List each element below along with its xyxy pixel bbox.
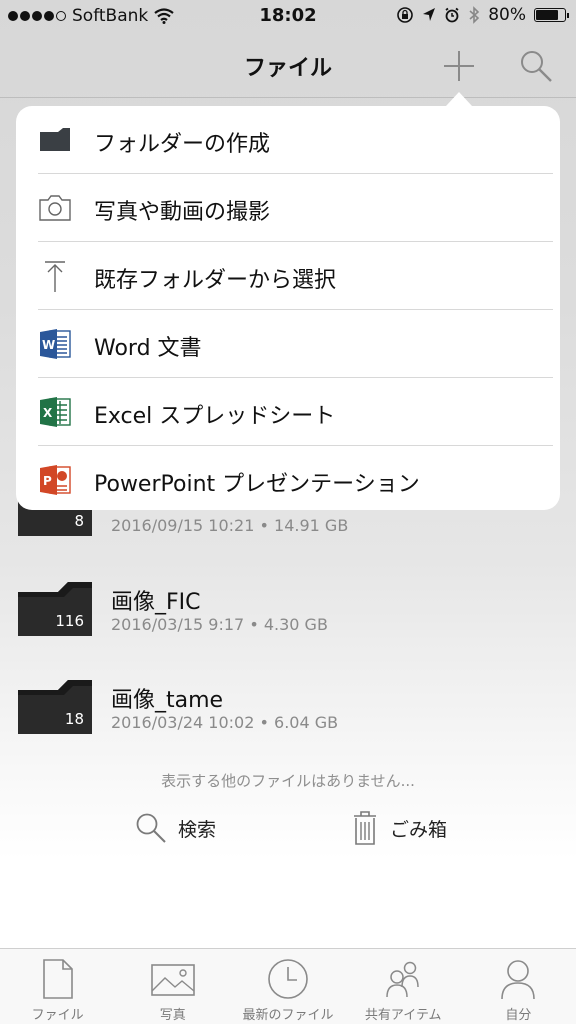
tab-label: 最新のファイル xyxy=(242,1008,334,1023)
excel-icon: X xyxy=(40,397,71,427)
menu-item-label: 写真や動画の撮影 xyxy=(94,200,271,225)
menu-item-label: Excel スプレッドシート xyxy=(94,404,336,429)
tab-me[interactable]: 自分 xyxy=(461,949,576,1024)
popover-arrow xyxy=(446,92,472,106)
file-name: 画像_FIC xyxy=(111,590,201,615)
folder-item-count: 18 xyxy=(64,710,84,728)
svg-text:W: W xyxy=(42,338,55,352)
clock-icon xyxy=(268,959,308,999)
file-row[interactable]: 116 画像_FIC 2016/03/15 9:17 • 4.30 GB xyxy=(0,580,576,660)
tab-recent[interactable]: 最新のファイル xyxy=(230,949,345,1024)
people-icon xyxy=(386,961,419,998)
menu-item-take-photo[interactable]: 写真や動画の撮影 xyxy=(16,174,560,242)
search-icon xyxy=(521,51,552,82)
battery-fill xyxy=(536,10,559,20)
powerpoint-icon: P xyxy=(40,465,71,495)
upload-arrow-icon xyxy=(45,261,65,292)
battery-icon xyxy=(534,8,569,22)
add-button[interactable] xyxy=(440,48,478,84)
word-icon: W xyxy=(40,329,71,359)
menu-item-label: 既存フォルダーから選択 xyxy=(94,268,337,293)
page-title: ファイル xyxy=(243,56,332,81)
trash-action-button[interactable]: ごみ箱 xyxy=(350,806,447,850)
folder-item-count: 116 xyxy=(55,612,84,630)
tab-photos[interactable]: 写真 xyxy=(115,949,230,1024)
folder-item-count: 8 xyxy=(74,512,84,530)
menu-item-label: フォルダーの作成 xyxy=(94,132,271,157)
svg-text:X: X xyxy=(43,406,53,420)
menu-item-label: Word 文書 xyxy=(94,336,202,361)
menu-item-excel[interactable]: X Excel スプレッドシート xyxy=(16,378,560,446)
search-icon xyxy=(136,813,166,843)
menu-item-powerpoint[interactable]: P PowerPoint プレゼンテーション xyxy=(16,446,560,514)
search-action-label: 検索 xyxy=(178,818,217,841)
menu-item-select-existing[interactable]: 既存フォルダーから選択 xyxy=(16,242,560,310)
tab-bar: ファイル 写真 最新のファイル 共有アイテム 自分 xyxy=(0,948,576,1024)
tab-label: 写真 xyxy=(159,1008,186,1023)
menu-item-create-folder[interactable]: フォルダーの作成 xyxy=(16,106,560,174)
tab-label: 自分 xyxy=(505,1008,532,1023)
file-icon xyxy=(42,959,73,999)
menu-item-label: PowerPoint プレゼンテーション xyxy=(94,472,420,497)
tab-files[interactable]: ファイル xyxy=(0,949,115,1024)
bluetooth-icon xyxy=(469,6,480,24)
person-icon xyxy=(501,960,536,1000)
folder-icon: 116 xyxy=(18,580,92,636)
navigation-bar: ファイル xyxy=(0,34,576,98)
no-more-files-text: 表示する他のファイルはありません... xyxy=(161,772,415,790)
search-button[interactable] xyxy=(516,46,556,86)
search-action-button[interactable]: 検索 xyxy=(134,806,216,850)
location-icon xyxy=(423,8,436,21)
trash-action-label: ごみ箱 xyxy=(390,818,448,841)
plus-icon xyxy=(444,51,474,81)
trash-icon xyxy=(354,811,376,845)
svg-text:P: P xyxy=(43,474,52,488)
folder-icon: 18 xyxy=(18,678,92,734)
add-menu-popover: フォルダーの作成 写真や動画の撮影 既存フォルダーから選択 W Word 文書 xyxy=(16,106,560,510)
file-meta: 2016/09/15 10:21 • 14.91 GB xyxy=(111,516,349,535)
tab-shared[interactable]: 共有アイテム xyxy=(346,949,461,1024)
status-bar: SoftBank 18:02 80% xyxy=(0,0,576,34)
tab-label: 共有アイテム xyxy=(364,1008,442,1023)
file-row[interactable]: 18 画像_tame 2016/03/24 10:02 • 6.04 GB xyxy=(0,678,576,758)
rotation-lock-icon xyxy=(397,7,414,23)
menu-item-word[interactable]: W Word 文書 xyxy=(16,310,560,378)
status-right: 80% xyxy=(396,5,569,25)
file-meta: 2016/03/15 9:17 • 4.30 GB xyxy=(111,615,328,634)
folder-icon xyxy=(40,128,70,151)
photo-icon xyxy=(150,964,195,996)
file-meta: 2016/03/24 10:02 • 6.04 GB xyxy=(111,713,339,732)
tab-label: ファイル xyxy=(31,1008,84,1023)
file-name: 画像_tame xyxy=(111,688,224,713)
camera-icon xyxy=(39,195,71,221)
battery-percent: 80% xyxy=(488,5,526,25)
alarm-icon xyxy=(445,7,459,23)
